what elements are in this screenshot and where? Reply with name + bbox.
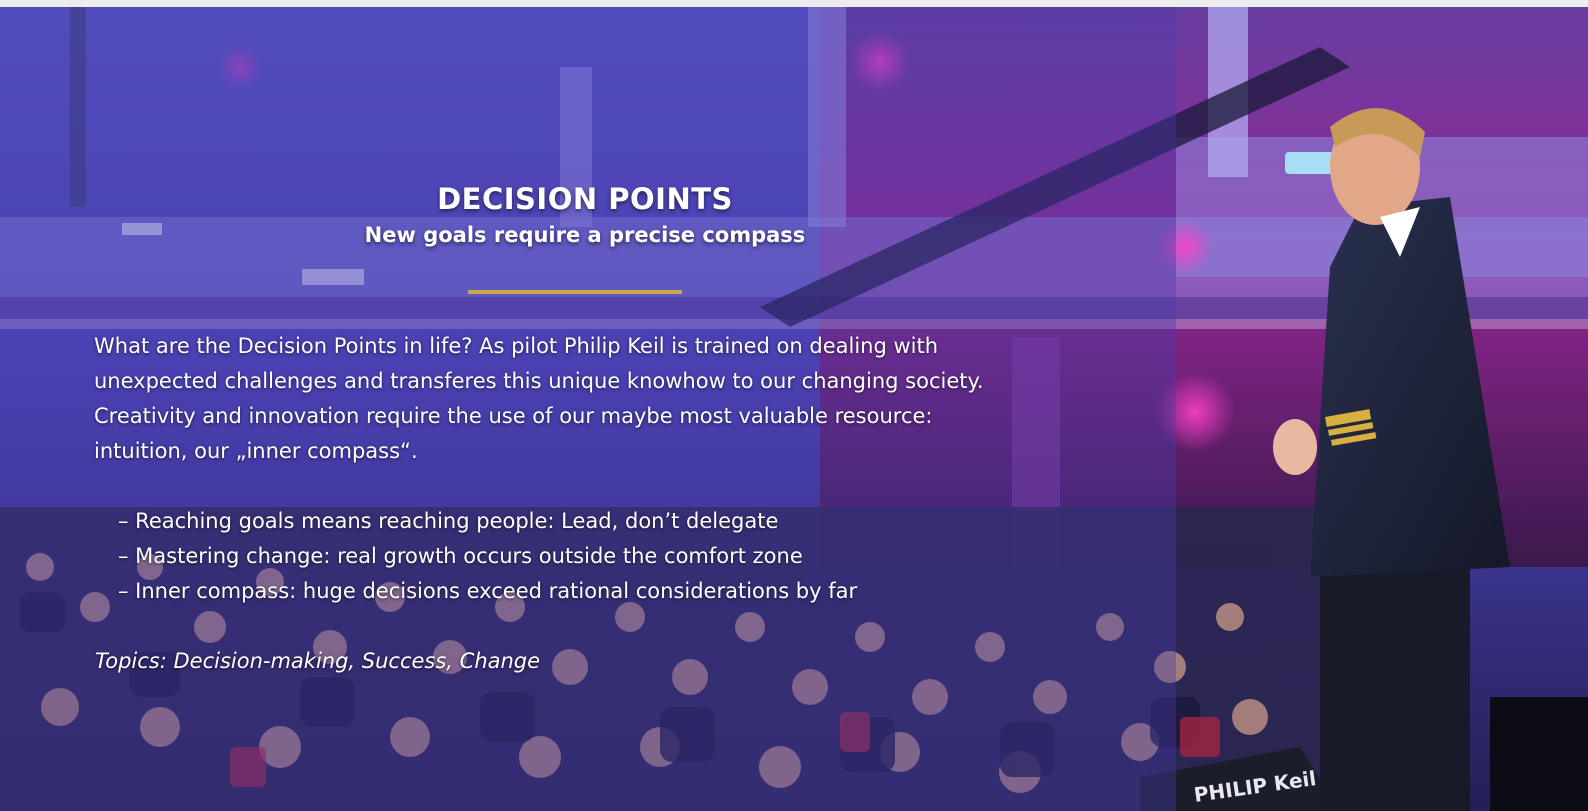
intro-paragraph: What are the Decision Points in life? As… [94, 329, 1114, 469]
intro-line: unexpected challenges and transferes thi… [94, 369, 984, 393]
list-item: – Reaching goals means reaching people: … [118, 509, 779, 533]
content-panel: DECISION POINTS New goals require a prec… [0, 7, 1176, 811]
top-strip [0, 0, 1588, 7]
section-title: DECISION POINTS [437, 182, 733, 216]
list-item: – Inner compass: huge decisions exceed r… [118, 579, 858, 603]
gold-divider [468, 290, 682, 294]
intro-line: intuition, our „inner compass“. [94, 439, 418, 463]
list-item: – Mastering change: real growth occurs o… [118, 544, 803, 568]
section-subtitle: New goals require a precise compass [364, 223, 806, 247]
topics-line: Topics: Decision-making, Success, Change [95, 649, 541, 673]
intro-line: Creativity and innovation require the us… [94, 404, 933, 428]
intro-line: What are the Decision Points in life? As… [94, 334, 939, 358]
key-points-list: – Reaching goals means reaching people: … [118, 504, 1118, 609]
hero-section: PHILIP Keil DECISION POINTS New goals re… [0, 7, 1588, 811]
